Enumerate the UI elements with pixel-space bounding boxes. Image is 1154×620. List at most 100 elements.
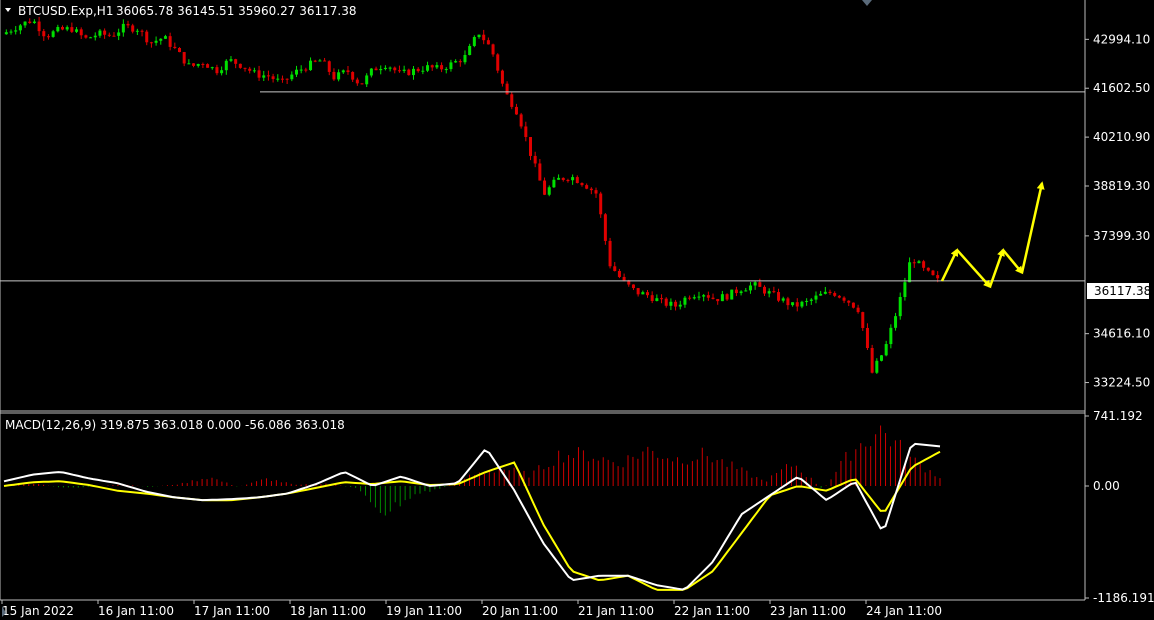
candle-body [299,69,303,71]
candle-body [145,31,149,43]
candle-body [664,298,668,306]
candle-body [519,114,523,127]
candle-body [678,304,682,307]
candle-body [851,302,855,308]
candle-body [716,299,720,302]
candle-body [669,301,673,306]
candle-body [416,68,420,72]
candle-body [229,59,233,61]
candle-body [931,270,935,276]
chart-shift-marker-icon[interactable] [862,0,872,6]
candle-body [823,291,827,294]
candle-body [463,54,467,63]
candle-body [753,282,757,286]
price-axis: 42994.10 41602.50 40210.90 38819.30 37399.30… [1085,32,1150,390]
candle-body [285,78,289,80]
price-tick-label: 41602.50 [1093,81,1150,95]
forecast-arrow [1020,181,1045,274]
candle-body [805,300,809,302]
dropdown-triangle-icon[interactable] [5,8,11,12]
candle-body [777,292,781,301]
candle-body [767,291,771,294]
candle-body [379,69,383,71]
candle-body [720,294,724,302]
candle-body [608,240,612,267]
candle-body [875,360,879,373]
candle-body [786,298,790,306]
forecast-arrows[interactable] [940,181,1045,289]
candle-body [93,35,97,38]
macd-tick-label: -1186.191 [1093,591,1154,605]
candle-body [70,27,74,32]
candle-body [496,54,500,71]
candle-body [486,40,490,45]
candle-body [421,70,425,72]
candle-body [781,298,785,301]
candle-body [369,68,373,76]
candle-body [711,297,715,300]
candle-body [271,76,275,80]
candle-body [107,34,111,36]
candle-body [552,179,556,188]
candle-body [702,295,706,297]
candle-body [23,21,27,26]
candle-body [234,59,238,64]
candle-body [220,70,224,74]
grid-frame [0,0,1086,601]
time-tick-label: 21 Jan 11:00 [578,604,654,618]
candle-body [884,344,888,356]
trading-chart[interactable]: 42994.10 41602.50 40210.90 38819.30 37399.30… [0,0,1154,620]
candle-body [327,61,331,72]
candle-body [318,60,322,62]
candle-body [865,327,869,348]
candle-body [903,282,907,298]
candle-body [622,276,626,281]
candle-body [98,30,102,36]
candle-body [28,21,32,23]
candle-body [168,36,172,47]
candle-body [646,292,649,296]
time-tick-label: 20 Jan 11:00 [482,604,558,618]
candle-body [500,70,504,84]
candle-body [304,69,308,71]
candle-body [819,293,823,296]
candle-body [178,47,181,53]
candle-body [248,68,252,71]
candle-body [744,290,748,292]
candle-body [388,67,392,69]
candle-body [763,286,766,294]
candle-body [426,65,430,71]
macd-tick-label: 741.192 [1093,409,1143,423]
candle-body [112,35,116,37]
candle-body [131,25,135,32]
horizontal-lines[interactable] [0,91,1085,282]
candle-body [351,72,355,80]
candle-body [135,30,139,32]
candle-body [257,70,261,78]
candle-body [828,291,832,294]
candle-body [739,291,743,294]
candle-body [444,69,448,71]
candle-body [126,23,130,26]
candle-body [313,60,317,62]
candle-body [603,214,607,241]
price-tick-label: 34616.10 [1093,327,1150,341]
candle-body [154,40,158,43]
candle-body [252,70,256,72]
candle-body [861,312,865,328]
macd-main-line [3,442,941,591]
time-tick-label: 24 Jan 11:00 [866,604,942,618]
header: BTCUSD.Exp,H1 36065.78 36145.51 35960.27… [5,4,356,18]
candle-body [65,27,69,30]
candle-body [842,297,846,301]
candle-body [688,297,692,299]
candle-body [346,70,350,73]
candle-body [585,185,589,189]
candle-body [196,64,200,66]
candle-body [149,42,153,44]
candle-body [280,78,284,80]
candle-body [880,355,883,361]
candle-body [243,67,247,69]
candle-body [837,295,841,298]
time-tick-label: 17 Jan 11:00 [194,604,270,618]
